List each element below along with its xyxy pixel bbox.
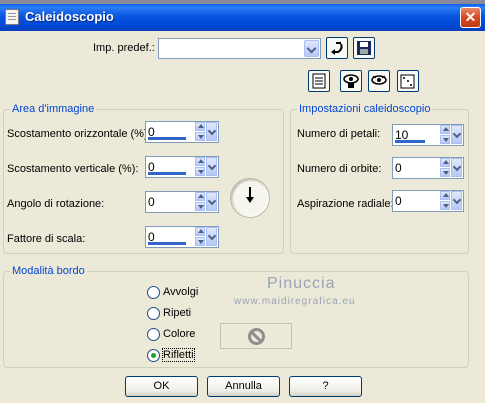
color-label[interactable]: Colore [163,328,195,340]
chevron-down-icon[interactable] [206,192,217,211]
orbits-count-spinner[interactable] [439,158,463,178]
edge-color-swatch[interactable] [220,323,292,349]
repeat-radio[interactable] [147,307,160,320]
scale-factor-label: Fattore di scala: [7,233,86,245]
rotation-angle-spinner[interactable] [194,192,218,212]
orbits-count-input[interactable]: 0 [392,157,464,179]
scale-factor-slider[interactable] [148,242,186,245]
chevron-down-icon[interactable] [206,157,217,176]
orbits-count-label: Numero di orbite: [297,163,382,175]
vertical-offset-label: Scostamento verticale (%): [7,163,139,175]
petals-count-input[interactable]: 10 [392,124,464,146]
spin-up-icon[interactable] [195,157,205,166]
rotation-angle-value: 0 [148,195,155,209]
scale-factor-spinner[interactable] [194,227,218,247]
kaleidoscope-settings-title: Impostazioni caleidoscopio [297,103,433,115]
spin-down-icon[interactable] [440,201,450,210]
undo-arrow-icon [331,42,343,55]
eye-icon [371,75,387,85]
edge-mode-title: Modalità bordo [10,265,87,277]
spin-up-icon[interactable] [440,191,450,200]
spin-up-icon[interactable] [195,122,205,131]
app-icon [5,9,19,25]
spin-down-icon[interactable] [440,135,450,144]
floppy-disk-icon [357,41,371,55]
eye-lock-icon [343,74,359,88]
chevron-down-icon[interactable] [451,191,462,210]
close-button[interactable]: ✕ [460,7,481,28]
image-area-group-title: Area d'immagine [10,103,97,115]
load-preset-button[interactable] [326,37,348,59]
edge-mode-group: Modalità bordo [3,265,469,368]
chevron-down-icon[interactable] [206,227,217,246]
petals-count-label: Numero di petali: [297,128,381,140]
title-bar: Caleidoscopio ✕ [0,4,485,31]
rotation-angle-label: Angolo di rotazione: [7,198,105,210]
reflect-label[interactable]: Rifletti [162,348,195,362]
window-title: Caleidoscopio [25,9,114,24]
settings-panel-button[interactable] [308,70,330,92]
horizontal-offset-label: Scostamento orizzontale (%): [7,128,151,140]
wrap-radio[interactable] [147,286,160,299]
chevron-down-icon[interactable] [304,40,319,57]
preview-toggle-button[interactable] [340,70,362,92]
preset-dropdown[interactable] [158,38,321,59]
repeat-label[interactable]: Ripeti [163,307,191,319]
no-color-icon [248,328,265,345]
dice-icon [400,74,415,89]
spin-down-icon[interactable] [195,202,205,211]
color-radio[interactable] [147,328,160,341]
spin-down-icon[interactable] [195,167,205,176]
ok-button[interactable]: OK [125,376,198,397]
chevron-down-icon[interactable] [206,122,217,141]
chevron-down-icon[interactable] [451,158,462,177]
horizontal-offset-spinner[interactable] [194,122,218,142]
orbits-count-value: 0 [395,161,402,175]
reflect-radio[interactable] [147,349,160,362]
spin-down-icon[interactable] [195,237,205,246]
spin-up-icon[interactable] [195,192,205,201]
petals-count-spinner[interactable] [439,125,463,145]
horizontal-offset-slider[interactable] [148,137,186,140]
cancel-button[interactable]: Annulla [207,376,280,397]
spin-up-icon[interactable] [440,158,450,167]
rotation-angle-input[interactable]: 0 [145,191,219,213]
radial-suction-label: Aspirazione radiale: [297,198,394,210]
randomize-button[interactable] [397,70,419,92]
rotation-dial[interactable] [230,178,270,218]
radial-suction-value: 0 [395,194,402,208]
chevron-down-icon[interactable] [451,125,462,144]
spin-up-icon[interactable] [195,227,205,236]
watermark-name: Pinuccia [267,275,336,292]
vertical-offset-spinner[interactable] [194,157,218,177]
help-button[interactable]: ? [289,376,362,397]
wrap-label[interactable]: Avvolgi [163,286,198,298]
radial-suction-input[interactable]: 0 [392,190,464,212]
watermark-site: www.maidiregrafica.eu [234,296,356,307]
radial-suction-spinner[interactable] [439,191,463,211]
preset-label: Imp. predef.: [93,42,155,54]
spin-down-icon[interactable] [440,168,450,177]
vertical-offset-input[interactable]: 0 [145,156,219,178]
save-preset-button[interactable] [353,37,375,59]
vertical-offset-slider[interactable] [148,172,186,175]
document-icon [312,73,326,89]
spin-down-icon[interactable] [195,132,205,141]
spin-up-icon[interactable] [440,125,450,134]
scale-factor-input[interactable]: 0 [145,226,219,248]
horizontal-offset-input[interactable]: 0 [145,121,219,143]
proof-button[interactable] [368,70,390,92]
petals-count-slider[interactable] [395,140,425,143]
